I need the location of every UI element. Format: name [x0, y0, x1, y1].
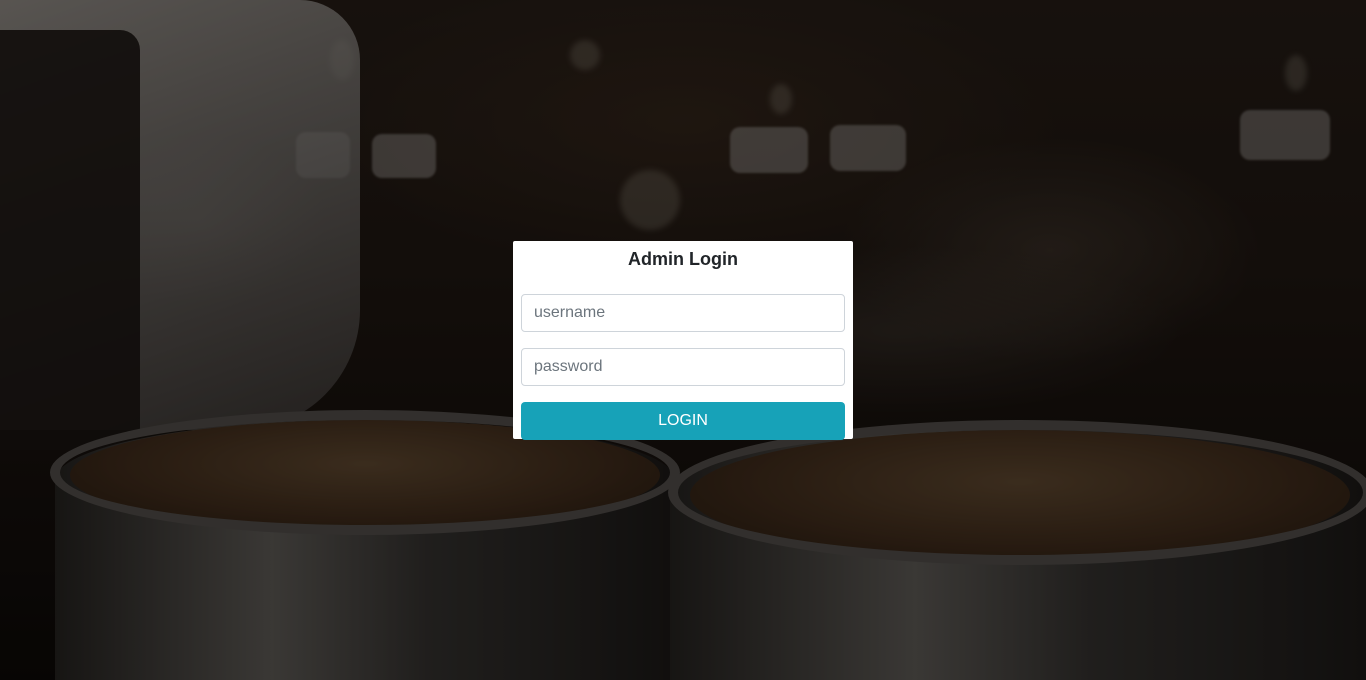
login-form: Admin Login LOGIN	[513, 241, 853, 440]
username-input[interactable]	[521, 294, 845, 332]
login-button[interactable]: LOGIN	[521, 402, 845, 440]
password-input[interactable]	[521, 348, 845, 386]
login-title: Admin Login	[628, 249, 738, 269]
login-page: Admin Login LOGIN	[0, 0, 1366, 680]
